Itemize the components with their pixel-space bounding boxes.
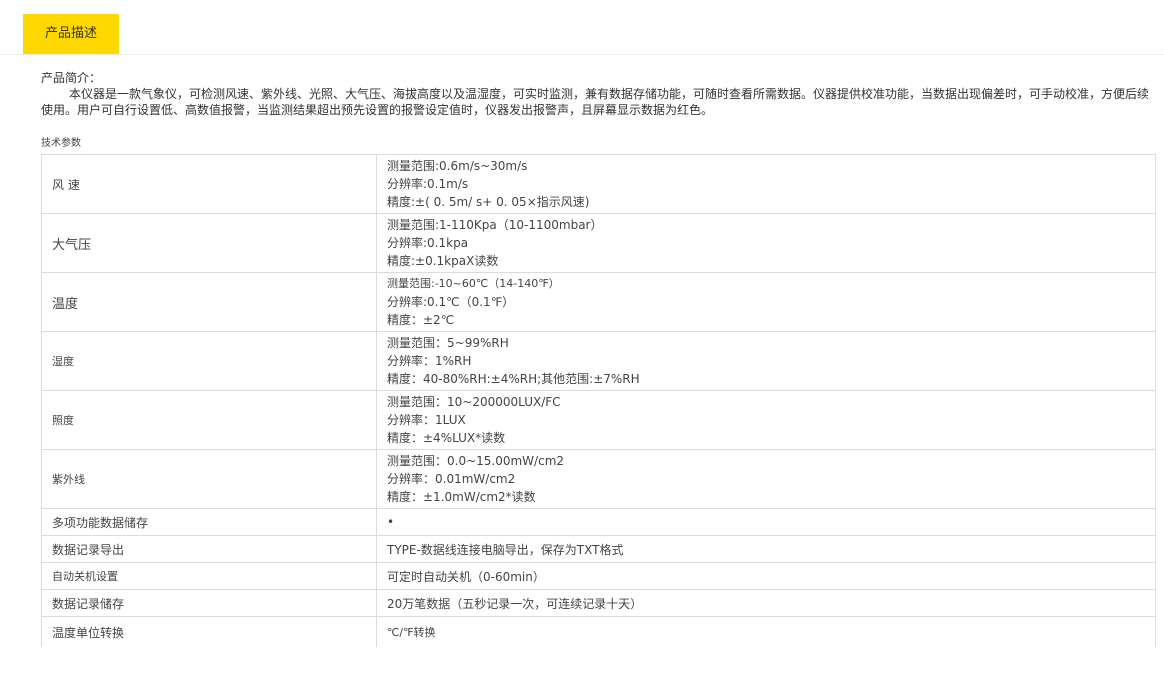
spec-name: 紫外线 bbox=[41, 449, 377, 509]
table-row: 自动关机设置 可定时自动关机（0-60min） bbox=[41, 562, 1156, 590]
table-row: 照度 测量范围：10~200000LUX/FC 分辨率：1LUX 精度：±4%L… bbox=[41, 390, 1156, 450]
spec-name: 风 速 bbox=[41, 154, 377, 214]
spec-value: 测量范围:0.6m/s~30m/s 分辨率:0.1m/s 精度:±( 0. 5m… bbox=[376, 154, 1156, 214]
params-section-label: 技术参数 bbox=[41, 138, 81, 149]
spec-line: 分辨率:0.1kpa bbox=[387, 236, 469, 250]
table-row: 风 速 测量范围:0.6m/s~30m/s 分辨率:0.1m/s 精度:±( 0… bbox=[41, 154, 1156, 214]
table-row: 大气压 测量范围:1-110Kpa（10-1100mbar） 分辨率:0.1kp… bbox=[41, 213, 1156, 273]
spec-line: 精度:±0.1kpaX读数 bbox=[387, 254, 499, 268]
table-row: 温度单位转换 ℃/℉转换 bbox=[41, 616, 1156, 647]
spec-line: 测量范围：10~200000LUX/FC bbox=[387, 395, 561, 409]
table-row: 紫外线 测量范围：0.0~15.00mW/cm2 分辨率：0.01mW/cm2 … bbox=[41, 449, 1156, 509]
spec-name: 照度 bbox=[41, 390, 377, 450]
spec-value: • bbox=[376, 508, 1156, 536]
tab-product-description[interactable]: 产品描述 bbox=[23, 14, 119, 54]
table-row: 湿度 测量范围：5~99%RH 分辨率：1%RH 精度：40-80%RH:±4%… bbox=[41, 331, 1156, 391]
spec-line: 测量范围:1-110Kpa（10-1100mbar） bbox=[387, 218, 603, 232]
spec-value: 测量范围：5~99%RH 分辨率：1%RH 精度：40-80%RH:±4%RH;… bbox=[376, 331, 1156, 391]
spec-line: 测量范围：0.0~15.00mW/cm2 bbox=[387, 454, 565, 468]
product-intro: 产品简介： 本仪器是一款气象仪，可检测风速、紫外线、光照、大气压、海拔高度以及温… bbox=[41, 70, 1151, 118]
spec-line: 测量范围:0.6m/s~30m/s bbox=[387, 159, 528, 173]
table-row: 数据记录储存 20万笔数据（五秒记录一次，可连续记录十天） bbox=[41, 589, 1156, 617]
spec-name: 自动关机设置 bbox=[41, 562, 377, 590]
spec-name: 温度单位转换 bbox=[41, 616, 377, 647]
spec-line: 分辨率:0.1℃（0.1℉） bbox=[387, 295, 515, 309]
intro-heading: 产品简介： bbox=[41, 71, 102, 85]
table-row: 温度 测量范围:-10~60℃（14-140℉） 分辨率:0.1℃（0.1℉） … bbox=[41, 272, 1156, 332]
spec-line: 精度：40-80%RH:±4%RH;其他范围:±7%RH bbox=[387, 372, 640, 386]
spec-value: TYPE-数据线连接电脑导出，保存为TXT格式 bbox=[376, 535, 1156, 563]
spec-name: 湿度 bbox=[41, 331, 377, 391]
spec-line: 测量范围:-10~60℃（14-140℉） bbox=[387, 277, 560, 290]
spec-name: 数据记录储存 bbox=[41, 589, 377, 617]
spec-value: 可定时自动关机（0-60min） bbox=[376, 562, 1156, 590]
spec-value: 测量范围：10~200000LUX/FC 分辨率：1LUX 精度：±4%LUX*… bbox=[376, 390, 1156, 450]
spec-line: 精度：±4%LUX*读数 bbox=[387, 431, 506, 445]
specs-table: 风 速 测量范围:0.6m/s~30m/s 分辨率:0.1m/s 精度:±( 0… bbox=[41, 154, 1156, 647]
spec-line: 精度：±2℃ bbox=[387, 313, 455, 327]
spec-line: 分辨率：1LUX bbox=[387, 413, 466, 427]
spec-line: 分辨率:0.1m/s bbox=[387, 177, 469, 191]
spec-name: 多项功能数据储存 bbox=[41, 508, 377, 536]
spec-value: 测量范围:1-110Kpa（10-1100mbar） 分辨率:0.1kpa 精度… bbox=[376, 213, 1156, 273]
spec-line: 分辨率：1%RH bbox=[387, 354, 472, 368]
spec-value: 测量范围:-10~60℃（14-140℉） 分辨率:0.1℃（0.1℉） 精度：… bbox=[376, 272, 1156, 332]
spec-value: ℃/℉转换 bbox=[376, 616, 1156, 647]
spec-value: 20万笔数据（五秒记录一次，可连续记录十天） bbox=[376, 589, 1156, 617]
spec-name: 数据记录导出 bbox=[41, 535, 377, 563]
table-row: 多项功能数据储存 • bbox=[41, 508, 1156, 536]
tab-bar: 产品描述 bbox=[0, 0, 1164, 55]
spec-line: 分辨率：0.01mW/cm2 bbox=[387, 472, 516, 486]
spec-value: 测量范围：0.0~15.00mW/cm2 分辨率：0.01mW/cm2 精度：±… bbox=[376, 449, 1156, 509]
spec-name: 温度 bbox=[41, 272, 377, 332]
intro-text: 本仪器是一款气象仪，可检测风速、紫外线、光照、大气压、海拔高度以及温湿度，可实时… bbox=[41, 87, 1150, 117]
spec-line: 测量范围：5~99%RH bbox=[387, 336, 509, 350]
spec-line: 精度：±1.0mW/cm2*读数 bbox=[387, 490, 536, 504]
table-row: 数据记录导出 TYPE-数据线连接电脑导出，保存为TXT格式 bbox=[41, 535, 1156, 563]
spec-name: 大气压 bbox=[41, 213, 377, 273]
spec-line: 精度:±( 0. 5m/ s+ 0. 05×指示风速) bbox=[387, 195, 590, 209]
